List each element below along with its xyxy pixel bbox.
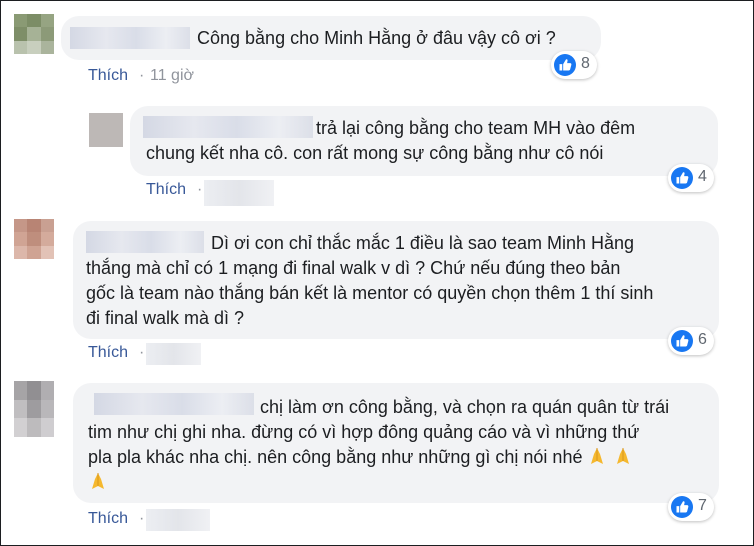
comment-text: pla pla khác nha chị. nên công bằng như … (88, 445, 633, 470)
reaction-count: 8 (581, 55, 590, 72)
reaction-count-badge[interactable]: 4 (668, 164, 714, 192)
folded-hands-emoji (92, 473, 104, 489)
folded-hands-emoji (616, 448, 629, 464)
comment-text: Dì ơi con chỉ thắc mắc 1 điều là sao tea… (211, 233, 635, 253)
separator: · (139, 67, 145, 84)
reaction-count-badge[interactable]: 8 (551, 51, 597, 79)
comment-text: thắng mà chỉ có 1 mạng đi final walk v d… (86, 258, 621, 278)
comment-text: gốc là team nào thắng bán kết là mentor … (86, 283, 654, 303)
comment-text: trả lại công bằng cho team MH vào đêm (316, 118, 636, 138)
timestamp-redacted[interactable] (146, 509, 210, 531)
avatar[interactable] (89, 113, 123, 147)
comment-text-line: pla pla khác nha chị. nên công bằng như … (88, 447, 583, 467)
comment-text: chị làm ơn công bằng, và chọn ra quán qu… (260, 397, 670, 417)
separator: · (139, 344, 145, 361)
timestamp-redacted[interactable] (204, 180, 274, 206)
commenter-name-redacted[interactable] (94, 393, 254, 415)
separator: · (139, 510, 145, 527)
avatar[interactable] (14, 381, 54, 437)
reaction-count-badge[interactable]: 7 (668, 493, 714, 521)
comment-text: chung kết nha cô. con rất mong sự công b… (146, 143, 604, 163)
commenter-name-redacted[interactable] (143, 116, 313, 138)
comment-text: Công bằng cho Minh Hằng ở đâu vậy cô ơi … (197, 28, 556, 48)
like-thumb-icon (671, 496, 693, 518)
comment-timestamp[interactable]: 11 giờ (150, 67, 194, 85)
commenter-name-redacted[interactable] (70, 27, 190, 49)
like-link[interactable]: Thích (88, 344, 128, 362)
comment-text (88, 470, 108, 495)
avatar[interactable] (14, 14, 54, 54)
folded-hands-emoji (591, 448, 604, 464)
like-link[interactable]: Thích (88, 67, 128, 85)
separator: · (197, 181, 203, 198)
like-link[interactable]: Thích (88, 510, 128, 528)
reaction-count-badge[interactable]: 6 (668, 327, 714, 355)
reaction-count: 6 (698, 331, 707, 348)
timestamp-redacted[interactable] (146, 343, 201, 365)
like-thumb-icon (554, 54, 576, 76)
commenter-name-redacted[interactable] (86, 231, 204, 253)
like-thumb-icon (671, 167, 693, 189)
avatar[interactable] (14, 219, 54, 259)
comment-text: tim như chị ghi nha. đừng có vì hợp đông… (88, 422, 640, 442)
comment-text: đi final walk mà dì ? (86, 308, 245, 328)
like-thumb-icon (671, 330, 693, 352)
reaction-count: 7 (698, 497, 707, 514)
reaction-count: 4 (698, 168, 707, 185)
like-link[interactable]: Thích (146, 181, 186, 199)
